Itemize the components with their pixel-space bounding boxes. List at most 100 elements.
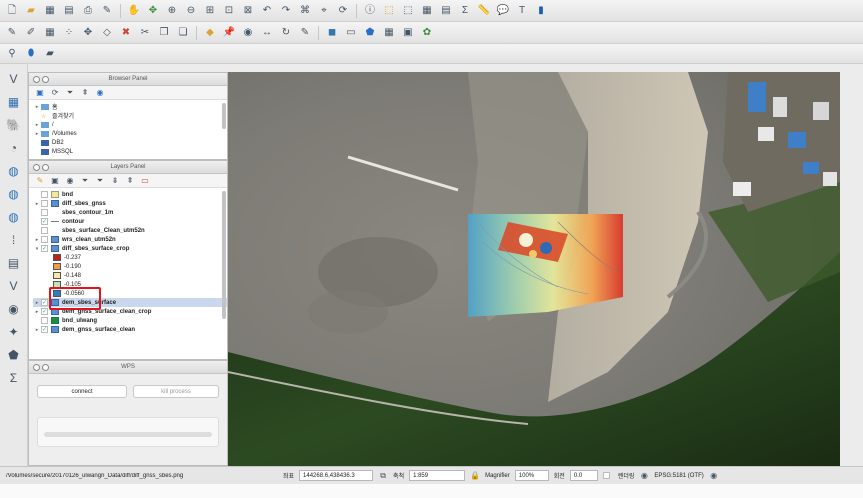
layer-row[interactable]: ▸ diff_sbes_gnss bbox=[33, 199, 227, 208]
refresh-icon[interactable]: ⟳ bbox=[335, 3, 351, 19]
identify-icon[interactable]: ⓘ bbox=[362, 3, 378, 19]
show-hide-label-icon[interactable]: ◉ bbox=[240, 25, 256, 41]
coordinate-field[interactable]: 144268.6,438436.3 bbox=[299, 470, 374, 481]
layer-checkbox[interactable] bbox=[41, 317, 48, 324]
float-icon[interactable] bbox=[42, 364, 49, 371]
add-selected-icon[interactable]: ▣ bbox=[35, 88, 45, 98]
filter-legend-icon[interactable]: ⏷ bbox=[95, 176, 105, 186]
field-calc-icon[interactable]: ▤ bbox=[438, 3, 454, 19]
layer-checkbox[interactable] bbox=[41, 236, 48, 243]
open-icon[interactable]: ▰ bbox=[23, 3, 39, 19]
layer-checkbox[interactable] bbox=[41, 227, 48, 234]
cut-icon[interactable]: ✂ bbox=[137, 25, 153, 41]
zoom-selection-icon[interactable]: ⊠ bbox=[240, 3, 256, 19]
lock-icon[interactable]: 🔒 bbox=[470, 471, 480, 481]
pan-to-selection-icon[interactable]: ✥ bbox=[145, 3, 161, 19]
zoom-next-icon[interactable]: ↷ bbox=[278, 3, 294, 19]
pan-icon[interactable]: ✋ bbox=[126, 3, 142, 19]
layer-row[interactable]: ▸ ✓ dem_gnss_surface_clean bbox=[33, 325, 227, 334]
filter-icon[interactable]: ⏷ bbox=[65, 88, 75, 98]
float-icon[interactable] bbox=[42, 76, 49, 83]
edit-pencil-icon[interactable]: ✎ bbox=[4, 25, 20, 41]
add-wcs-icon[interactable]: ◍ bbox=[4, 185, 24, 203]
kill-process-button[interactable]: kill process bbox=[133, 385, 219, 398]
zoom-out-icon[interactable]: ⊖ bbox=[183, 3, 199, 19]
copy-icon[interactable]: ❐ bbox=[156, 25, 172, 41]
delete-icon[interactable]: ✖ bbox=[118, 25, 134, 41]
properties-icon[interactable]: ◉ bbox=[95, 88, 105, 98]
float-icon[interactable] bbox=[42, 164, 49, 171]
add-oracle-icon[interactable]: V bbox=[4, 277, 24, 295]
shell-icon[interactable]: ▰ bbox=[42, 46, 58, 62]
collapse-icon[interactable]: ⇞ bbox=[80, 88, 90, 98]
map-tips-icon[interactable]: 💬 bbox=[495, 3, 511, 19]
crs-status[interactable]: EPSG:5181 (OTF) bbox=[654, 473, 703, 479]
deselect-icon[interactable]: ⬚ bbox=[400, 3, 416, 19]
text-annotation-icon[interactable]: ▭ bbox=[343, 25, 359, 41]
close-icon[interactable] bbox=[33, 76, 40, 83]
manage-visibility-icon[interactable]: ◉ bbox=[65, 176, 75, 186]
zoom-full-icon[interactable]: ⊞ bbox=[202, 3, 218, 19]
browser-item-root[interactable]: ▸ / bbox=[33, 120, 227, 129]
grid-icon[interactable]: ▦ bbox=[381, 25, 397, 41]
map-canvas[interactable] bbox=[228, 72, 840, 466]
grass-icon[interactable]: ✿ bbox=[419, 25, 435, 41]
style-icon[interactable]: ✎ bbox=[35, 176, 45, 186]
layer-row[interactable]: bnd_ulwang bbox=[33, 316, 227, 325]
new-shapefile-icon[interactable]: ✦ bbox=[4, 323, 24, 341]
add-mssql-icon[interactable]: ◉ bbox=[4, 300, 24, 318]
compose-icon[interactable]: ✎ bbox=[99, 3, 115, 19]
remove-layer-icon[interactable]: ▭ bbox=[140, 176, 150, 186]
layer-checkbox[interactable]: ✓ bbox=[41, 326, 48, 333]
map-imagery[interactable] bbox=[228, 72, 840, 466]
browser-item-favorites[interactable]: ☆ 즐겨찾기 bbox=[33, 111, 227, 121]
new-bookmark-icon[interactable]: ⌘ bbox=[297, 3, 313, 19]
close-icon[interactable] bbox=[33, 164, 40, 171]
browser-item-mssql[interactable]: MSSQL bbox=[33, 147, 227, 156]
move-feature-icon[interactable]: ✥ bbox=[80, 25, 96, 41]
new-icon[interactable]: 🗋 bbox=[4, 3, 20, 19]
save-icon[interactable]: ▦ bbox=[42, 3, 58, 19]
move-label-icon[interactable]: ↔ bbox=[259, 25, 275, 41]
zoom-in-icon[interactable]: ⊕ bbox=[164, 3, 180, 19]
collapse-icon[interactable]: ⇞ bbox=[125, 176, 135, 186]
layer-checkbox[interactable]: ✓ bbox=[41, 308, 48, 315]
add-delimited-icon[interactable]: ⁞ bbox=[4, 231, 24, 249]
add-vector-icon[interactable]: V bbox=[4, 70, 24, 88]
sum-icon[interactable]: Σ bbox=[4, 369, 24, 387]
layer-row[interactable]: ✓ contour bbox=[33, 217, 227, 226]
add-virtual-icon[interactable]: ▤ bbox=[4, 254, 24, 272]
connect-button[interactable]: connect bbox=[37, 385, 127, 398]
plugin-icon[interactable]: ⬟ bbox=[362, 25, 378, 41]
change-label-icon[interactable]: ✎ bbox=[297, 25, 313, 41]
layer-checkbox[interactable] bbox=[41, 209, 48, 216]
layer-checkbox[interactable]: ✓ bbox=[41, 245, 48, 252]
add-db2-icon[interactable]: ⬟ bbox=[4, 346, 24, 364]
layer-row[interactable]: bnd bbox=[33, 190, 227, 199]
print-icon[interactable]: ⎙ bbox=[80, 3, 96, 19]
digitize-icon[interactable]: ✐ bbox=[23, 25, 39, 41]
statistics-icon[interactable]: Σ bbox=[457, 3, 473, 19]
layer-row[interactable]: sbes_surface_Clean_utm52n bbox=[33, 226, 227, 235]
db-icon[interactable]: ⬮ bbox=[23, 46, 39, 62]
python-icon[interactable]: ◼ bbox=[324, 25, 340, 41]
browser-item-db2[interactable]: DB2 bbox=[33, 138, 227, 147]
render-checkbox[interactable] bbox=[602, 472, 610, 479]
add-postgis-icon[interactable]: 🐘 bbox=[4, 116, 24, 134]
crs-icon[interactable]: ◉ bbox=[639, 471, 649, 481]
layer-row[interactable]: sbes_contour_1m bbox=[33, 208, 227, 217]
add-point-icon[interactable]: ⁘ bbox=[61, 25, 77, 41]
add-spatialite-icon[interactable]: ◔ bbox=[4, 139, 24, 157]
label-icon[interactable]: ◆ bbox=[202, 25, 218, 41]
layer-checkbox[interactable] bbox=[41, 191, 48, 198]
add-wms-icon[interactable]: ◍ bbox=[4, 162, 24, 180]
layer-checkbox[interactable]: ✓ bbox=[41, 299, 48, 306]
layer-checkbox[interactable] bbox=[41, 200, 48, 207]
gps-icon[interactable]: ⚲ bbox=[4, 46, 20, 62]
messages-icon[interactable]: ◉ bbox=[709, 471, 719, 481]
browser-item-home[interactable]: ▸ 홈 bbox=[33, 102, 227, 111]
zoom-last-icon[interactable]: ↶ bbox=[259, 3, 275, 19]
measure-icon[interactable]: 📏 bbox=[476, 3, 492, 19]
raster-calc-icon[interactable]: ▣ bbox=[400, 25, 416, 41]
browser-scrollbar[interactable] bbox=[222, 103, 226, 129]
